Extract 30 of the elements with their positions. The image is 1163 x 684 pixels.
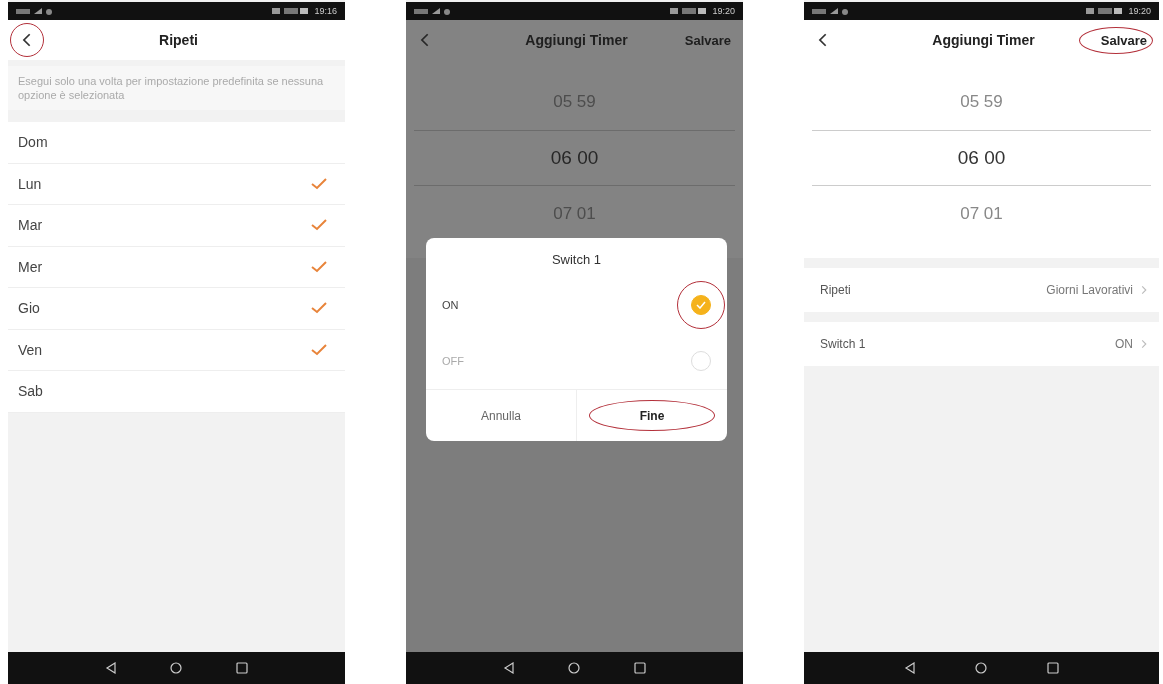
dialog-button[interactable]: Fine [576, 390, 727, 441]
day-option[interactable]: Gio [8, 288, 345, 330]
settings-row[interactable]: Ripeti Giorni Lavorativi [804, 268, 1159, 312]
dialog-option[interactable]: ON [426, 277, 727, 333]
time-picker-value[interactable]: 06 00 [812, 130, 1151, 186]
time-picker-value[interactable]: 05 59 [804, 74, 1159, 130]
day-option[interactable]: Mar [8, 205, 345, 247]
time-picker-value[interactable]: 06 00 [414, 130, 735, 186]
clock-time: 19:20 [1128, 6, 1151, 16]
dialog-button[interactable]: Annulla [426, 390, 576, 441]
screen-title: Aggiungi Timer [525, 32, 628, 48]
screen-title: Ripeti [159, 32, 198, 48]
setting-label: Switch 1 [820, 337, 866, 351]
hint-text: Esegui solo una volta per impostazione predefinita se nessuna opzione è selezionata [8, 66, 345, 110]
save-button[interactable]: Salvare [1078, 26, 1153, 54]
dialog-title: Switch 1 [550, 251, 603, 269]
setting-label: Ripeti [820, 283, 851, 297]
day-option[interactable]: Mer [8, 246, 345, 288]
save-button[interactable]: Salvare [662, 26, 737, 54]
time-picker-value[interactable]: 07 01 [804, 186, 1159, 242]
clock-time: 19:16 [314, 6, 337, 16]
day-option[interactable]: Sab [8, 371, 345, 413]
screen-title: Aggiungi Timer [932, 32, 1035, 48]
day-option[interactable]: Lun [8, 163, 345, 205]
settings-row[interactable]: Switch 1 ON [804, 322, 1159, 366]
day-option[interactable]: Dom [8, 122, 345, 164]
setting-value: ON [1115, 337, 1133, 351]
clock-time: 19:20 [712, 6, 735, 16]
day-option[interactable]: Ven [8, 329, 345, 371]
setting-value: Giorni Lavorativi [1046, 283, 1133, 297]
